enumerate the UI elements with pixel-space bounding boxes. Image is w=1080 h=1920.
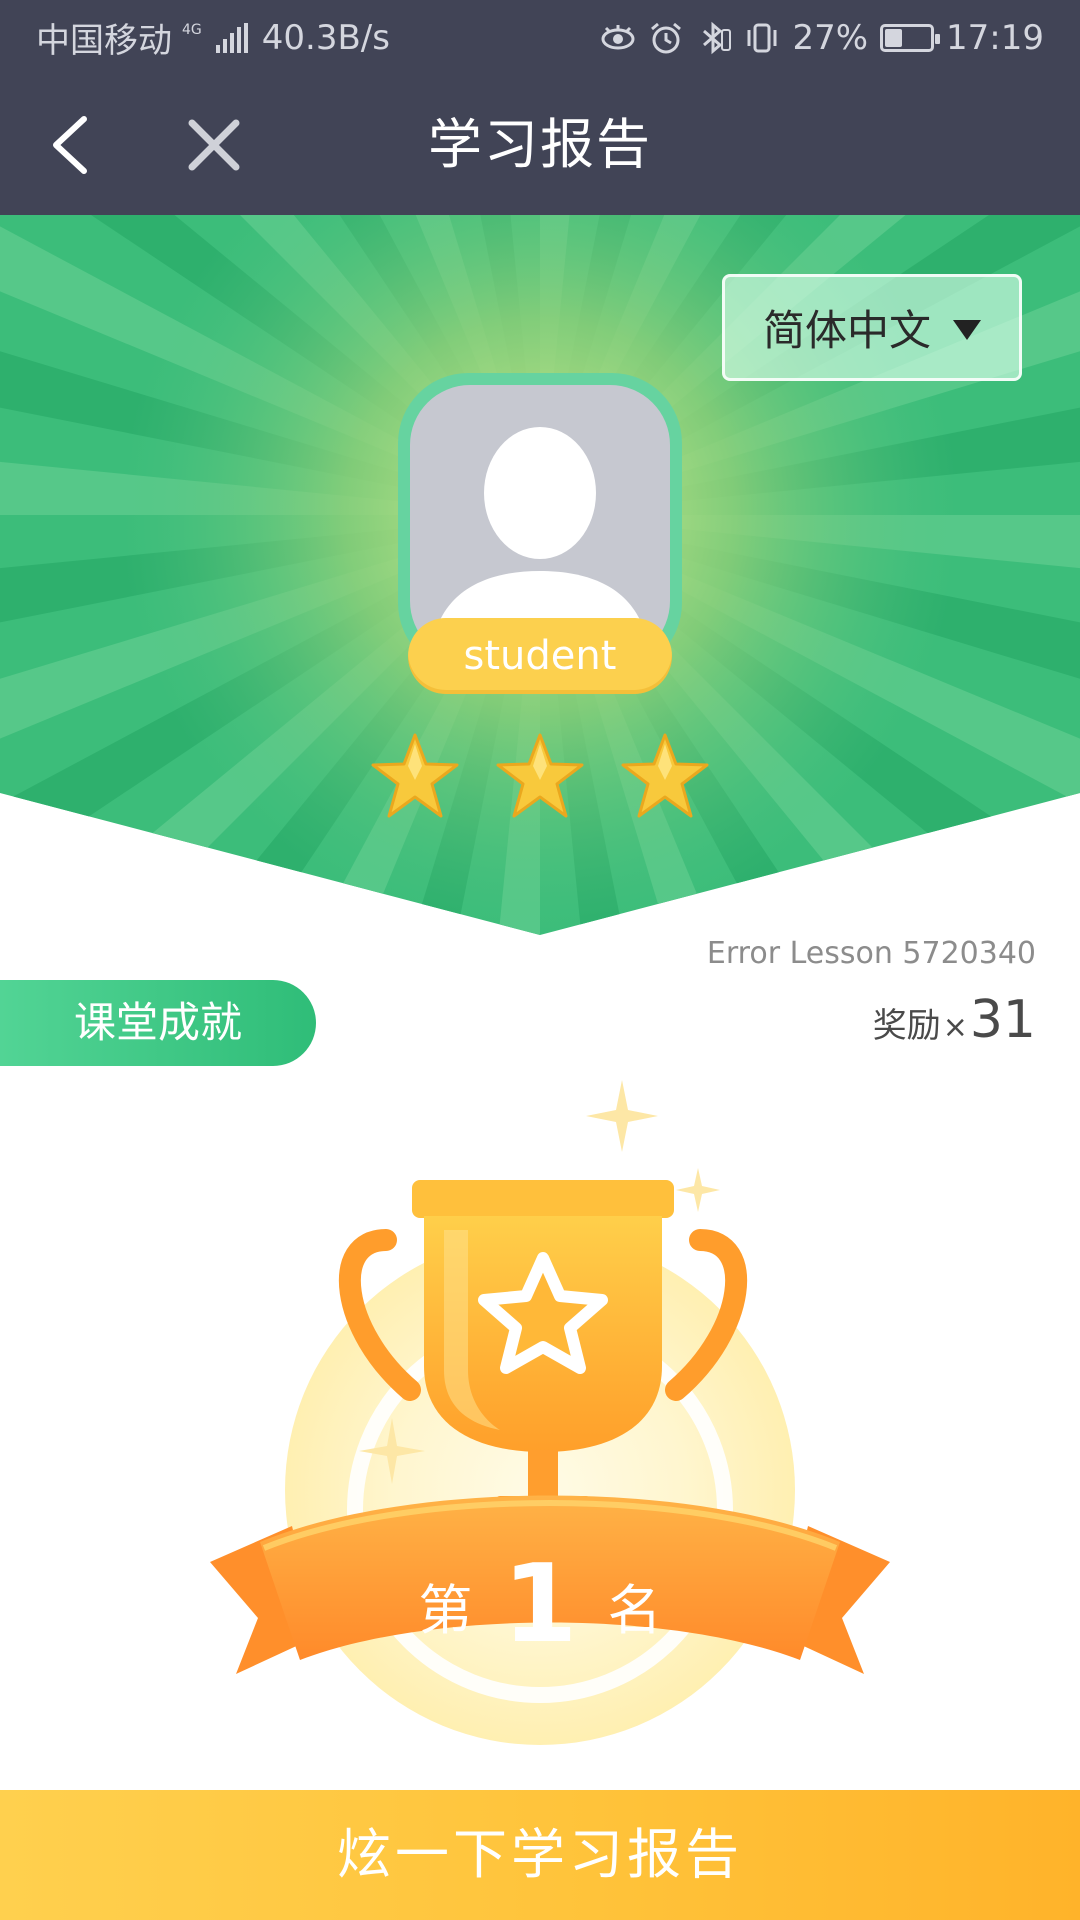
reward-counter: 奖励 × 31 (873, 990, 1036, 1050)
student-name-badge: student (408, 618, 672, 694)
clock-label: 17:19 (946, 17, 1044, 58)
reward-count: 31 (969, 990, 1036, 1050)
rank-label: 第 1 名 (250, 1540, 830, 1670)
achievement-tab: 课堂成就 (0, 980, 316, 1066)
star-icon (496, 733, 584, 818)
nav-bar: 学习报告 (0, 75, 1080, 215)
alarm-icon (651, 22, 682, 53)
battery-icon (880, 23, 941, 52)
eye-icon (601, 24, 635, 49)
battery-percent-label: 27% (792, 17, 869, 58)
vibrate-icon (747, 23, 777, 52)
page-title: 学习报告 (428, 113, 652, 176)
share-report-button[interactable]: 炫一下学习报告 (0, 1790, 1080, 1920)
bluetooth-icon (703, 21, 732, 54)
star-icon (371, 733, 459, 818)
reward-times-sign: × (942, 1010, 968, 1045)
rank-number: 1 (502, 1542, 578, 1667)
rank-suffix: 名 (607, 1578, 662, 1642)
language-select[interactable]: 简体中文 (722, 274, 1022, 381)
network-speed-label: 40.3B/s (261, 17, 390, 58)
language-label: 简体中文 (762, 306, 931, 355)
network-type-label: 4G (182, 21, 202, 38)
status-bar: 中国移动 4G 40.3B/s 27% 17:19 (0, 0, 1080, 75)
study-report-page: 中国移动 4G 40.3B/s 27% 17:19 学习报告 简体中文 stud… (0, 0, 1080, 1920)
rank-prefix: 第 (418, 1578, 473, 1642)
star-icon (621, 733, 709, 818)
signal-icon (215, 22, 248, 53)
lesson-id-label: Error Lesson 5720340 (706, 936, 1036, 971)
carrier-label: 中国移动 (36, 21, 172, 61)
caret-down-icon (953, 319, 981, 340)
reward-label: 奖励 (872, 1006, 941, 1046)
